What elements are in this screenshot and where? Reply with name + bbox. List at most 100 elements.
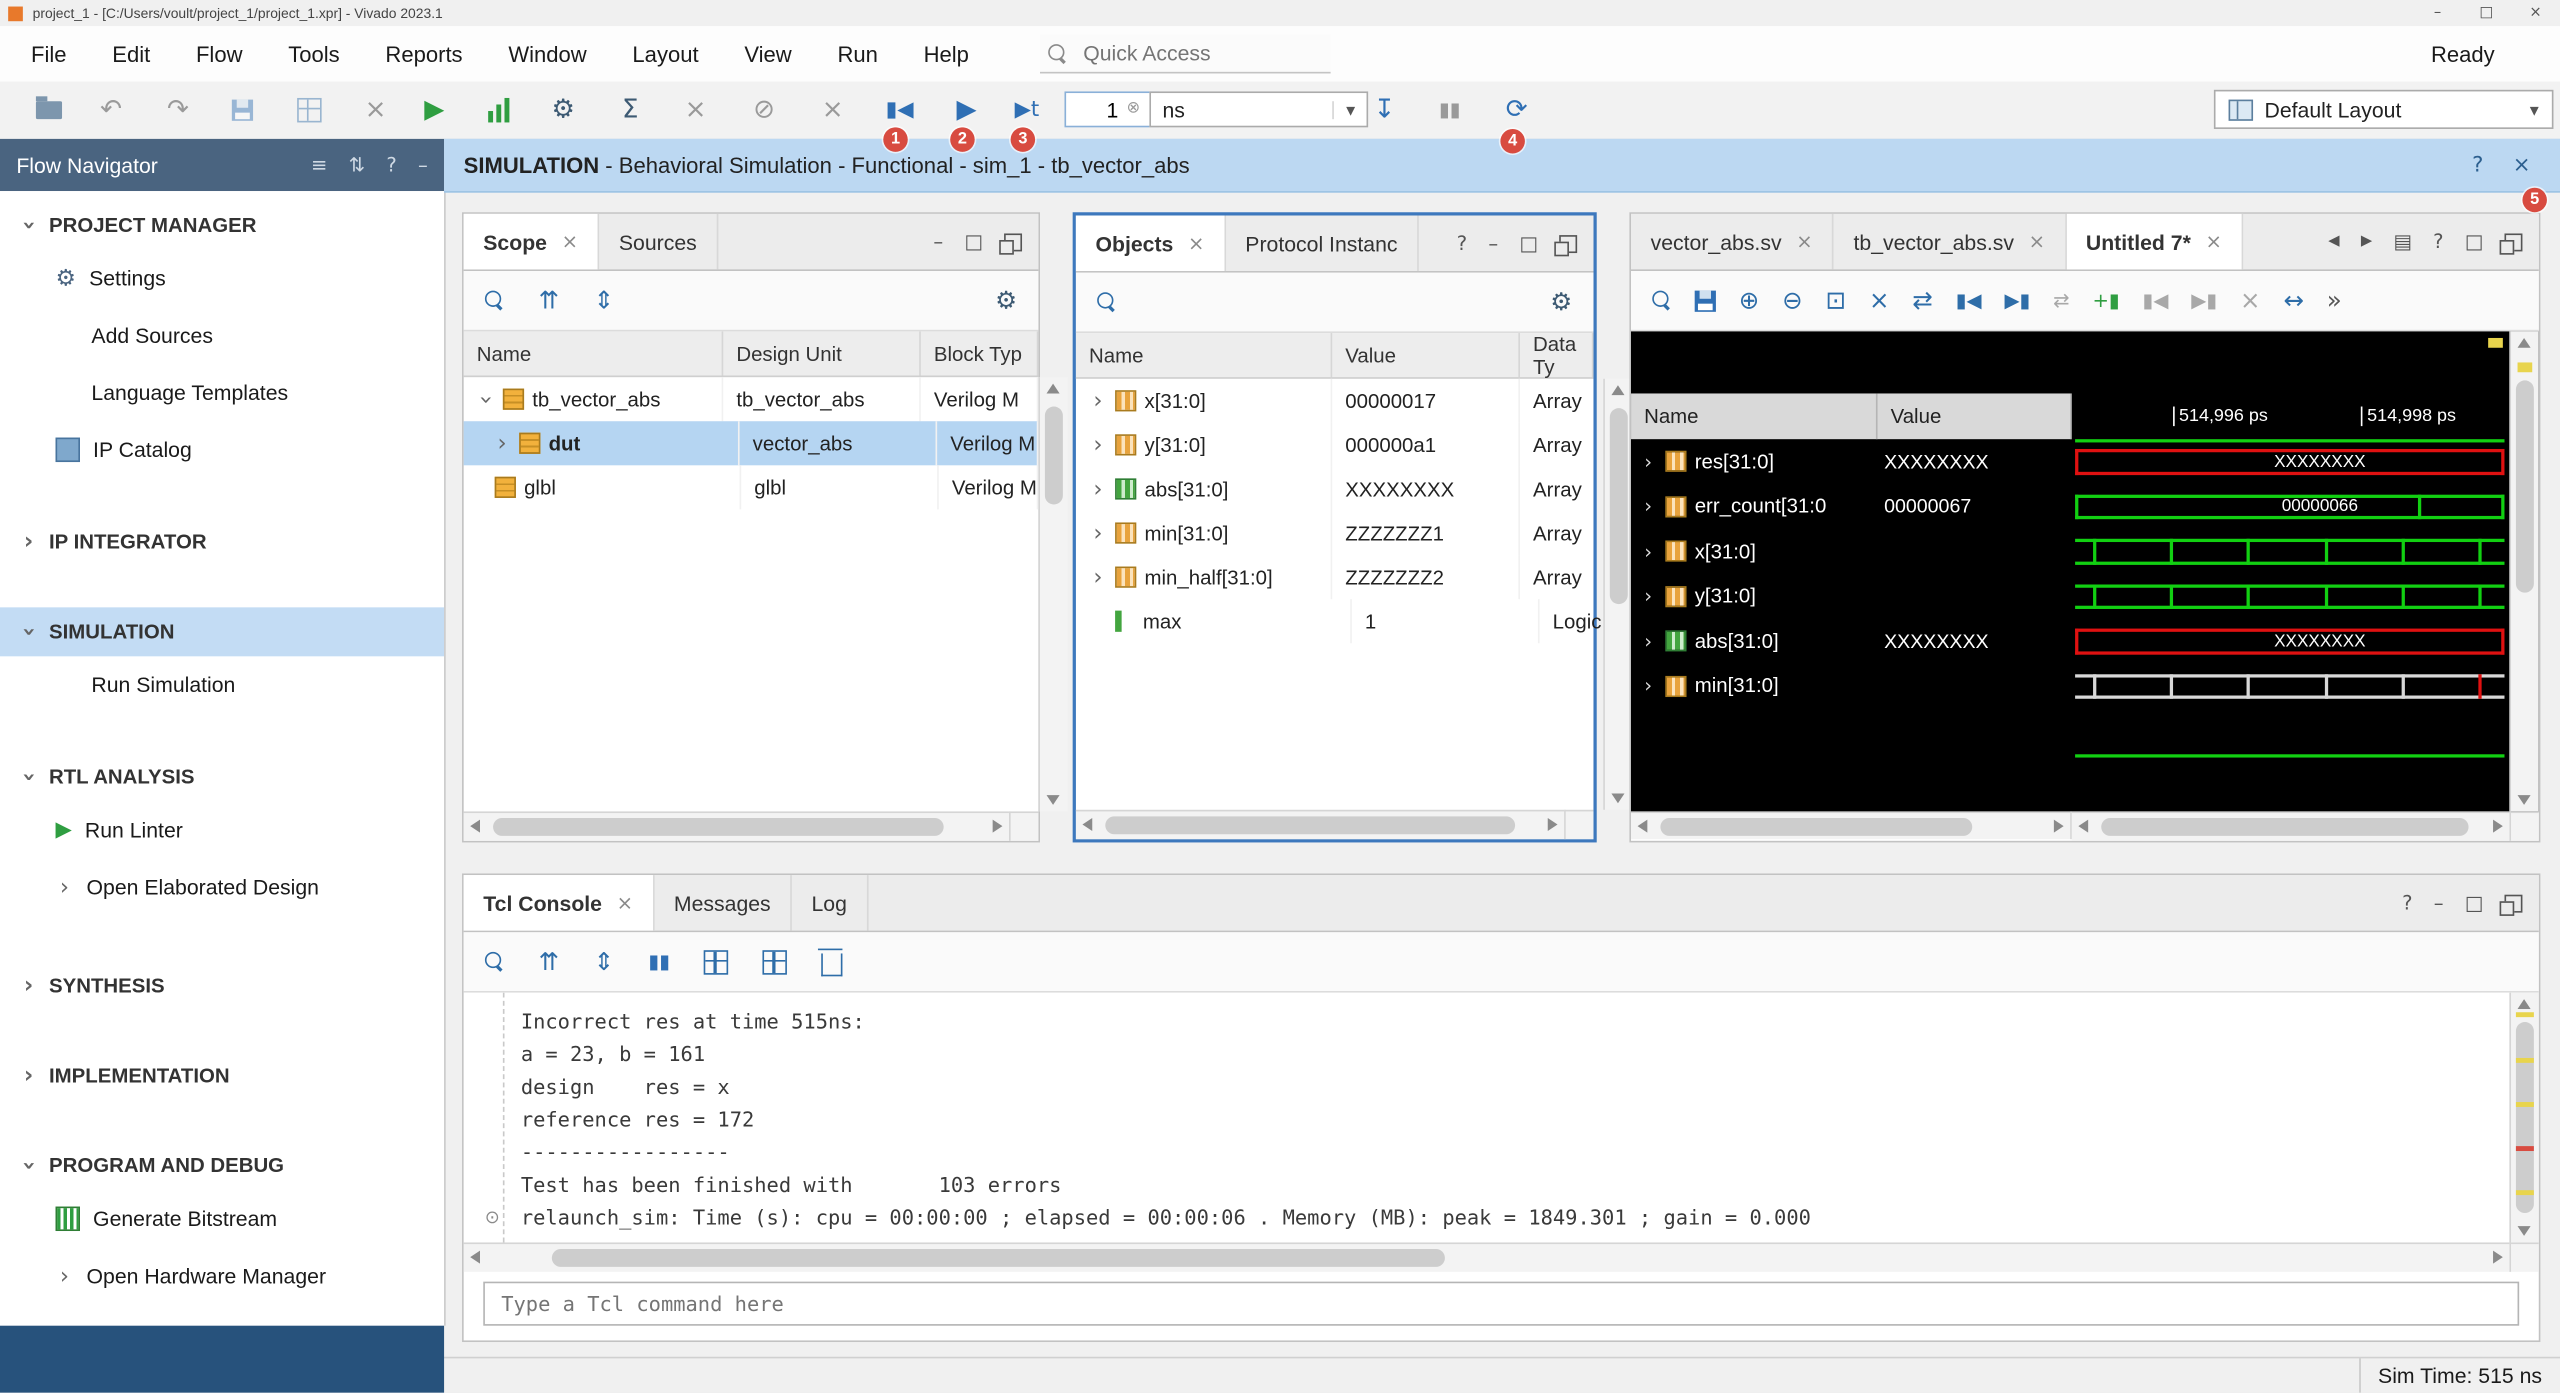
redo-icon[interactable]: ↷ [157,88,199,130]
menu-help[interactable]: Help [901,42,992,66]
tcl-command-input[interactable] [498,1290,2505,1318]
collapse-all-icon[interactable]: ⇈ [539,288,560,312]
console-horizontal-scrollbar[interactable] [464,1242,2510,1271]
scope-vertical-scrollbar[interactable] [1039,377,1068,811]
wave-row-err-count[interactable]: ›err_count[31:0 00000067 [1631,484,2072,529]
zoom-in-icon[interactable]: ⊕ [1739,288,1760,312]
tab-log[interactable]: Log [792,875,868,931]
search-icon[interactable] [1097,292,1117,312]
chevron-right-icon[interactable]: › [1089,433,1107,456]
help-icon[interactable]: ? [2472,154,2483,175]
chevron-down-icon[interactable]: › [17,623,40,641]
search-icon[interactable] [1652,291,1672,311]
expand-all-icon[interactable]: ⇕ [594,288,615,312]
chevron-right-icon[interactable]: › [1639,631,1657,651]
chevron-right-icon[interactable]: › [20,531,38,554]
sim-run-for-icon[interactable]: ▶t [1006,88,1048,130]
objects-vertical-scrollbar[interactable] [1603,379,1632,810]
menu-edit[interactable]: Edit [89,42,173,66]
menu-run[interactable]: Run [815,42,901,66]
chevron-down-icon[interactable]: › [474,390,497,408]
tab-tb-vector-abs-sv[interactable]: tb_vector_abs.sv × [1834,214,2066,270]
report-icon[interactable] [763,949,787,973]
settings-gear-icon[interactable]: ⚙ [995,288,1017,312]
zoom-to-cursor-icon[interactable]: × [1869,288,1890,312]
float-panel-icon[interactable] [2504,894,2522,912]
chevron-right-icon[interactable]: › [493,432,511,455]
add-marker-icon[interactable]: +▮ [2092,291,2119,311]
close-icon[interactable]: × [1796,232,1812,252]
open-project-icon[interactable] [28,88,70,130]
console-vertical-scrollbar[interactable] [2509,993,2538,1243]
float-panel-icon[interactable] [2504,233,2522,251]
run-steps-icon[interactable] [477,88,519,130]
pause-output-icon[interactable]: ▮▮ [648,952,670,972]
tab-untitled-7[interactable]: Untitled 7* × [2066,214,2243,270]
search-icon[interactable] [485,291,505,311]
collapse-all-icon[interactable]: ⇈ [539,949,560,973]
object-row-abs[interactable]: › abs[31:0] XXXXXXXX Array [1076,467,1603,511]
wave-hscrollbar[interactable] [2072,811,2510,840]
maximize-panel-icon[interactable]: □ [2465,232,2484,252]
quick-access-search[interactable] [1041,34,1332,73]
maximize-panel-icon[interactable]: □ [2465,893,2484,913]
collapse-tree-icon[interactable]: ≡ [311,155,327,175]
chevron-right-icon[interactable]: › [1089,478,1107,501]
time-unit-select[interactable]: ns ▾ [1149,91,1368,127]
undo-icon[interactable]: ↶ [90,88,132,130]
float-panel-icon[interactable] [1559,234,1577,252]
object-row-min[interactable]: › min[31:0] ZZZZZZZ1 Array [1076,511,1603,555]
wave-row-y[interactable]: ›y[31:0] [1631,574,2072,619]
layout-select[interactable]: Default Layout ▾ [2214,90,2554,129]
quick-access-input[interactable] [1080,39,1282,67]
delete-icon[interactable]: × [354,88,396,130]
section-implementation[interactable]: › IMPLEMENTATION [0,1051,444,1100]
menu-window[interactable]: Window [485,42,609,66]
tcl-console-output[interactable]: Incorrect res at time 515ns: a = 23, b =… [464,993,2510,1243]
help-icon[interactable]: ? [2433,232,2443,252]
chevron-right-icon[interactable]: › [1089,522,1107,545]
float-panel-icon[interactable] [1004,233,1022,251]
close-icon[interactable]: × [2029,232,2045,252]
object-row-max[interactable]: max 1 Logic [1076,599,1603,643]
minimize-panel-icon[interactable]: – [2434,893,2444,913]
objects-horizontal-scrollbar[interactable] [1076,810,1564,839]
chevron-right-icon[interactable]: › [1089,566,1107,589]
close-icon[interactable]: × [2513,154,2531,175]
sidebar-item-settings[interactable]: ⚙ Settings [0,250,444,307]
sidebar-item-language-templates[interactable]: Language Templates [0,364,444,421]
sim-step-icon[interactable]: ↧ [1363,88,1405,130]
wave-vertical-scrollbar[interactable] [2509,331,2538,811]
help-icon[interactable]: ? [1457,233,1467,253]
menu-layout[interactable]: Layout [610,42,722,66]
sidebar-item-open-hardware-manager[interactable]: › Open Hardware Manager [0,1247,444,1304]
next-transition-icon[interactable]: ▶▮ [2004,291,2030,311]
sidebar-item-add-sources[interactable]: Add Sources [0,307,444,364]
section-project-manager[interactable]: › PROJECT MANAGER [0,201,444,250]
tab-sources[interactable]: Sources [599,214,718,270]
chevron-down-icon[interactable]: › [17,1157,40,1175]
object-row-y[interactable]: › y[31:0] 000000a1 Array [1076,423,1603,467]
chevron-right-icon[interactable]: › [1639,497,1657,517]
scope-horizontal-scrollbar[interactable] [464,811,1009,840]
chevron-right-icon[interactable]: › [1639,676,1657,696]
wave-row-res[interactable]: ›res[31:0] XXXXXXXX [1631,439,2072,484]
sidebar-item-open-elaborated-design[interactable]: › Open Elaborated Design [0,859,444,916]
section-rtl-analysis[interactable]: › RTL ANALYSIS [0,753,444,802]
chevron-right-icon[interactable]: › [1639,452,1657,472]
sim-run-all-icon[interactable]: ▶ [945,88,987,130]
menu-view[interactable]: View [721,42,814,66]
chevron-right-icon[interactable]: › [20,1064,38,1087]
tab-messages[interactable]: Messages [654,875,792,931]
tab-objects[interactable]: Objects × [1076,216,1226,272]
sidebar-item-run-linter[interactable]: ▶ Run Linter [0,802,444,859]
section-synthesis[interactable]: › SYNTHESIS [0,962,444,1011]
sim-relaunch-icon[interactable]: ⟳ [1496,88,1538,130]
fit-width-icon[interactable]: ↔ [2283,288,2304,312]
sim-time-field[interactable]: ⊗ [1064,91,1159,127]
expand-tree-icon[interactable]: ⇅ [349,155,365,175]
copy-output-icon[interactable] [704,949,728,973]
sidebar-item-ip-catalog[interactable]: IP Catalog [0,421,444,478]
tab-scroll-right-icon[interactable]: ▶ [2361,234,2372,249]
scope-row-glbl[interactable]: glbl glbl Verilog M [464,465,1039,509]
